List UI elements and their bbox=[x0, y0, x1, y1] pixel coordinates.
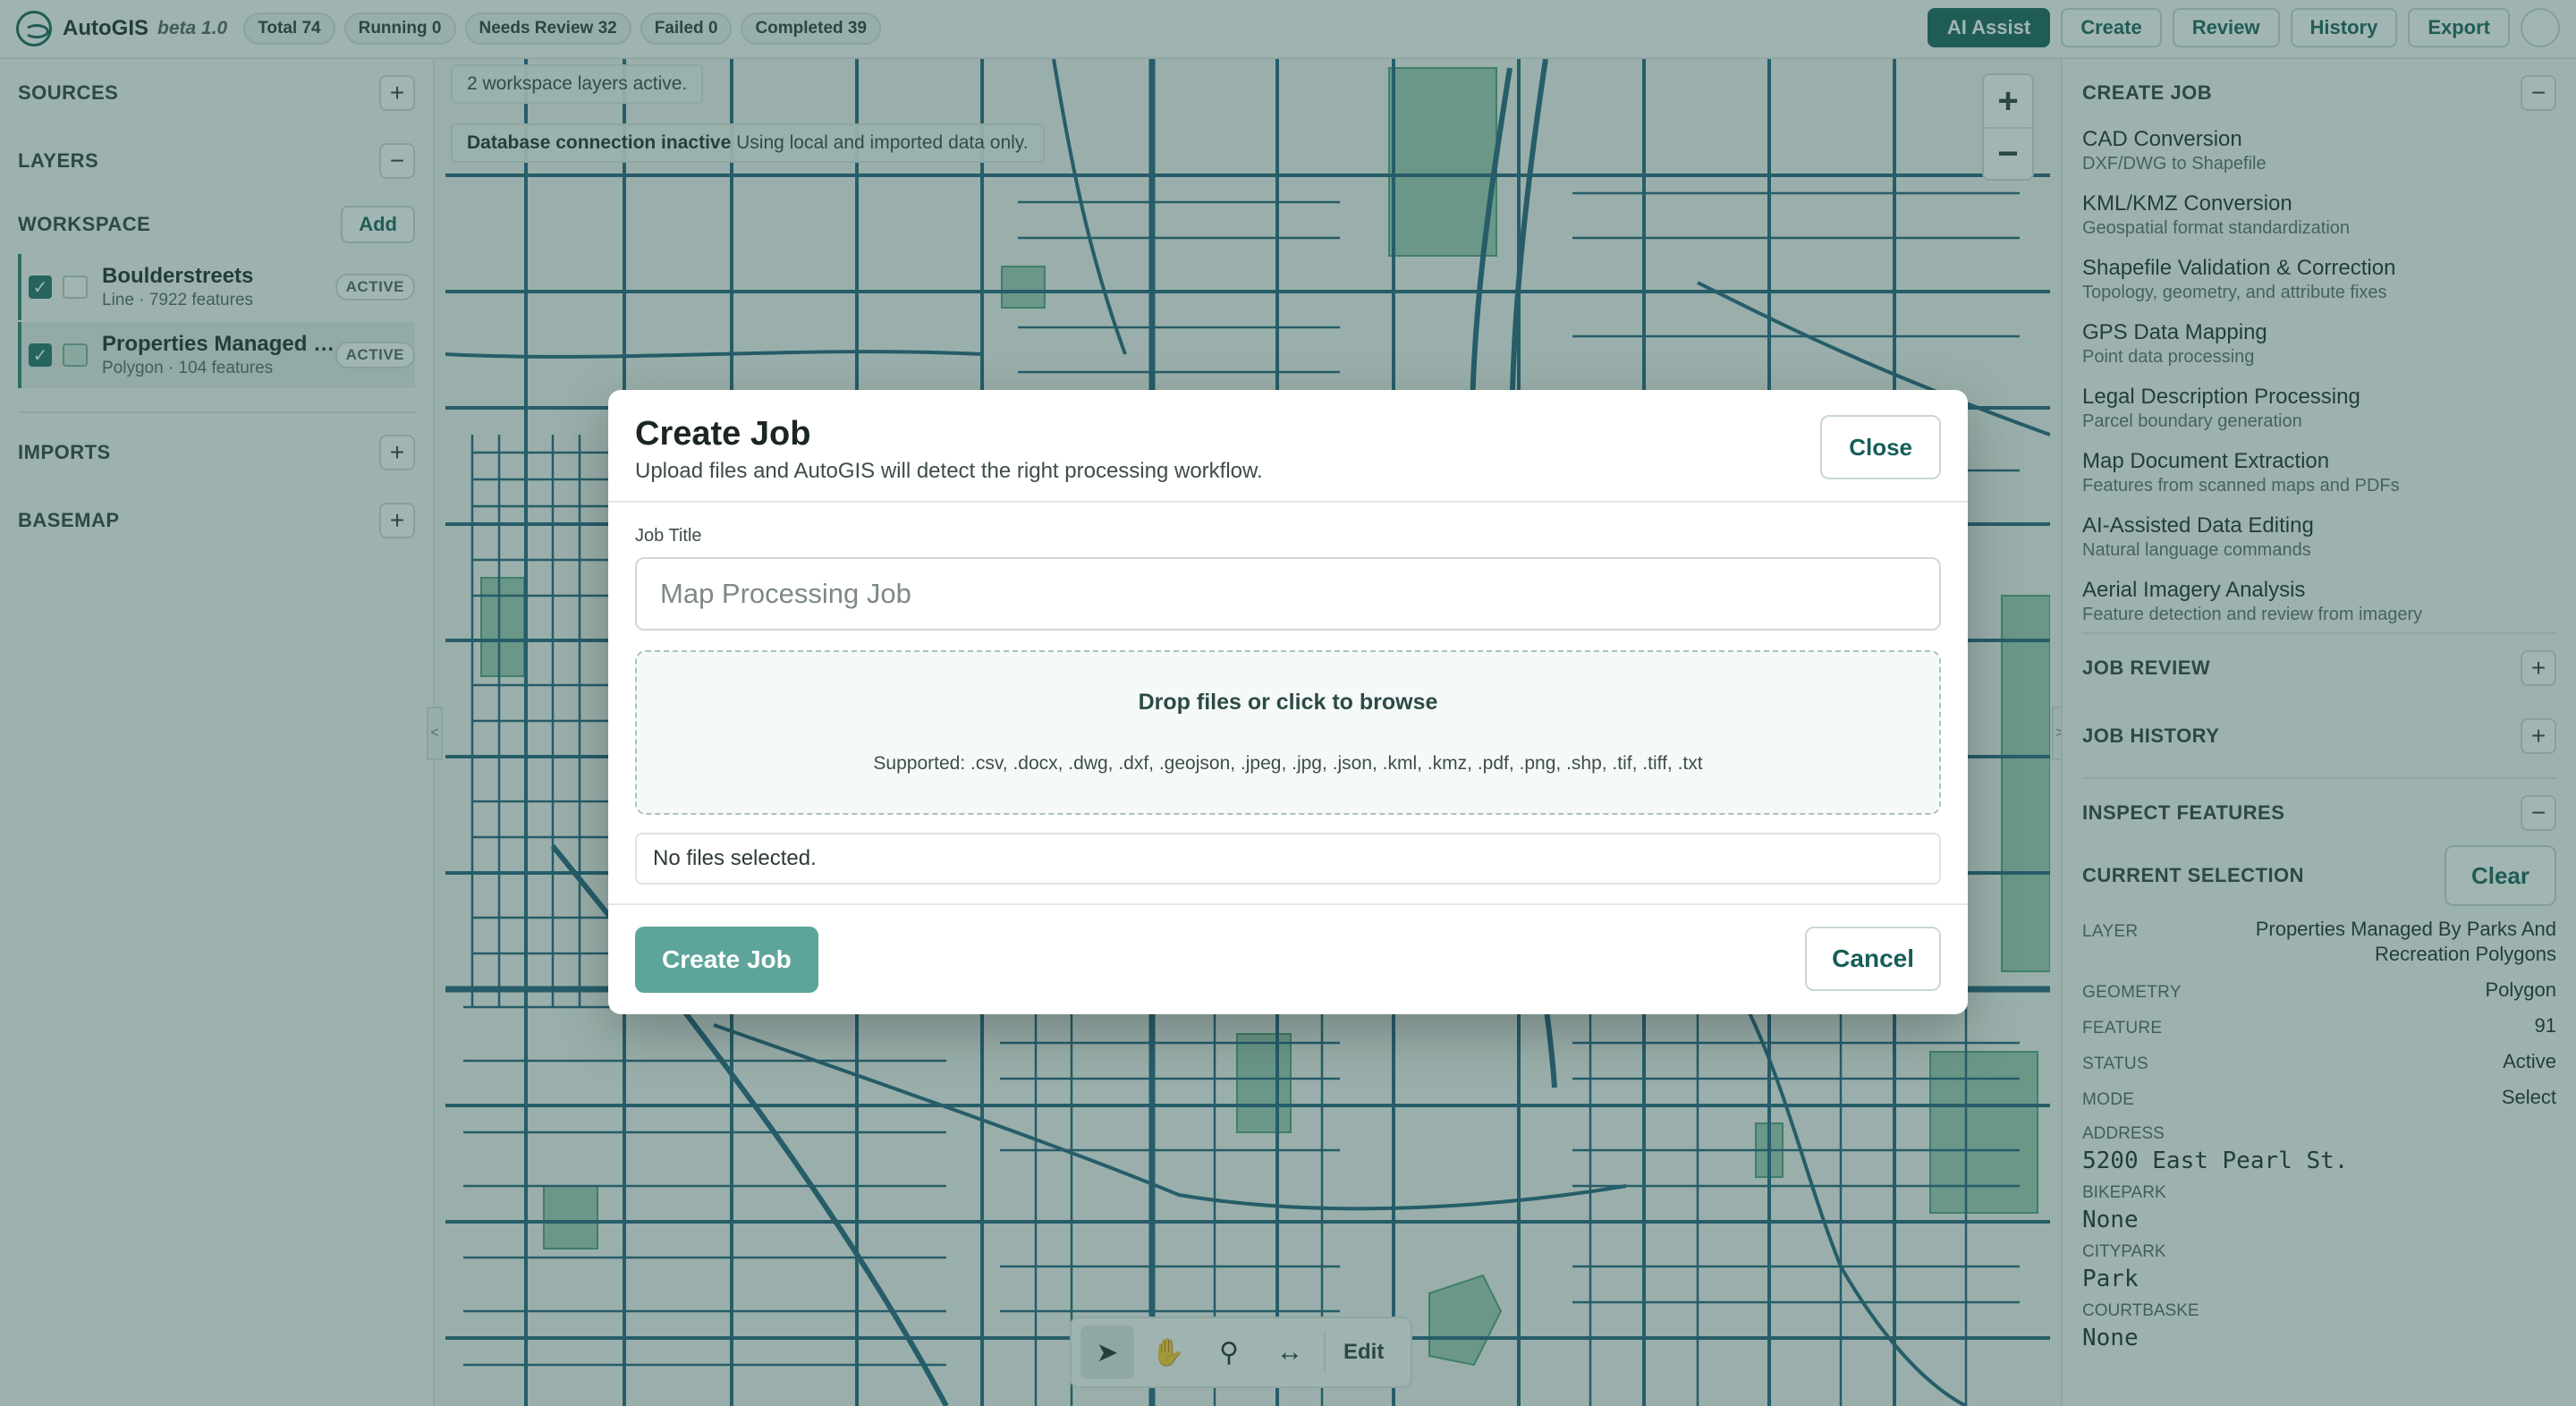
file-dropzone[interactable]: Drop files or click to browse Supported:… bbox=[635, 650, 1941, 815]
cancel-button[interactable]: Cancel bbox=[1805, 927, 1941, 991]
create-job-button[interactable]: Create Job bbox=[635, 927, 818, 993]
dialog-subtitle: Upload files and AutoGIS will detect the… bbox=[635, 459, 1263, 483]
close-button[interactable]: Close bbox=[1820, 415, 1941, 479]
create-job-dialog: Create Job Upload files and AutoGIS will… bbox=[608, 390, 1968, 1014]
dialog-body: Job Title Drop files or click to browse … bbox=[608, 503, 1968, 885]
job-title-input[interactable] bbox=[635, 557, 1941, 631]
dropzone-label: Drop files or click to browse bbox=[1138, 690, 1438, 715]
supported-formats: Supported: .csv, .docx, .dwg, .dxf, .geo… bbox=[873, 753, 1703, 774]
file-status: No files selected. bbox=[635, 833, 1941, 885]
dialog-title: Create Job bbox=[635, 415, 811, 453]
dialog-header: Create Job Upload files and AutoGIS will… bbox=[608, 390, 1968, 503]
job-title-label: Job Title bbox=[635, 526, 702, 546]
dialog-footer: Create Job Cancel bbox=[608, 903, 1968, 1014]
